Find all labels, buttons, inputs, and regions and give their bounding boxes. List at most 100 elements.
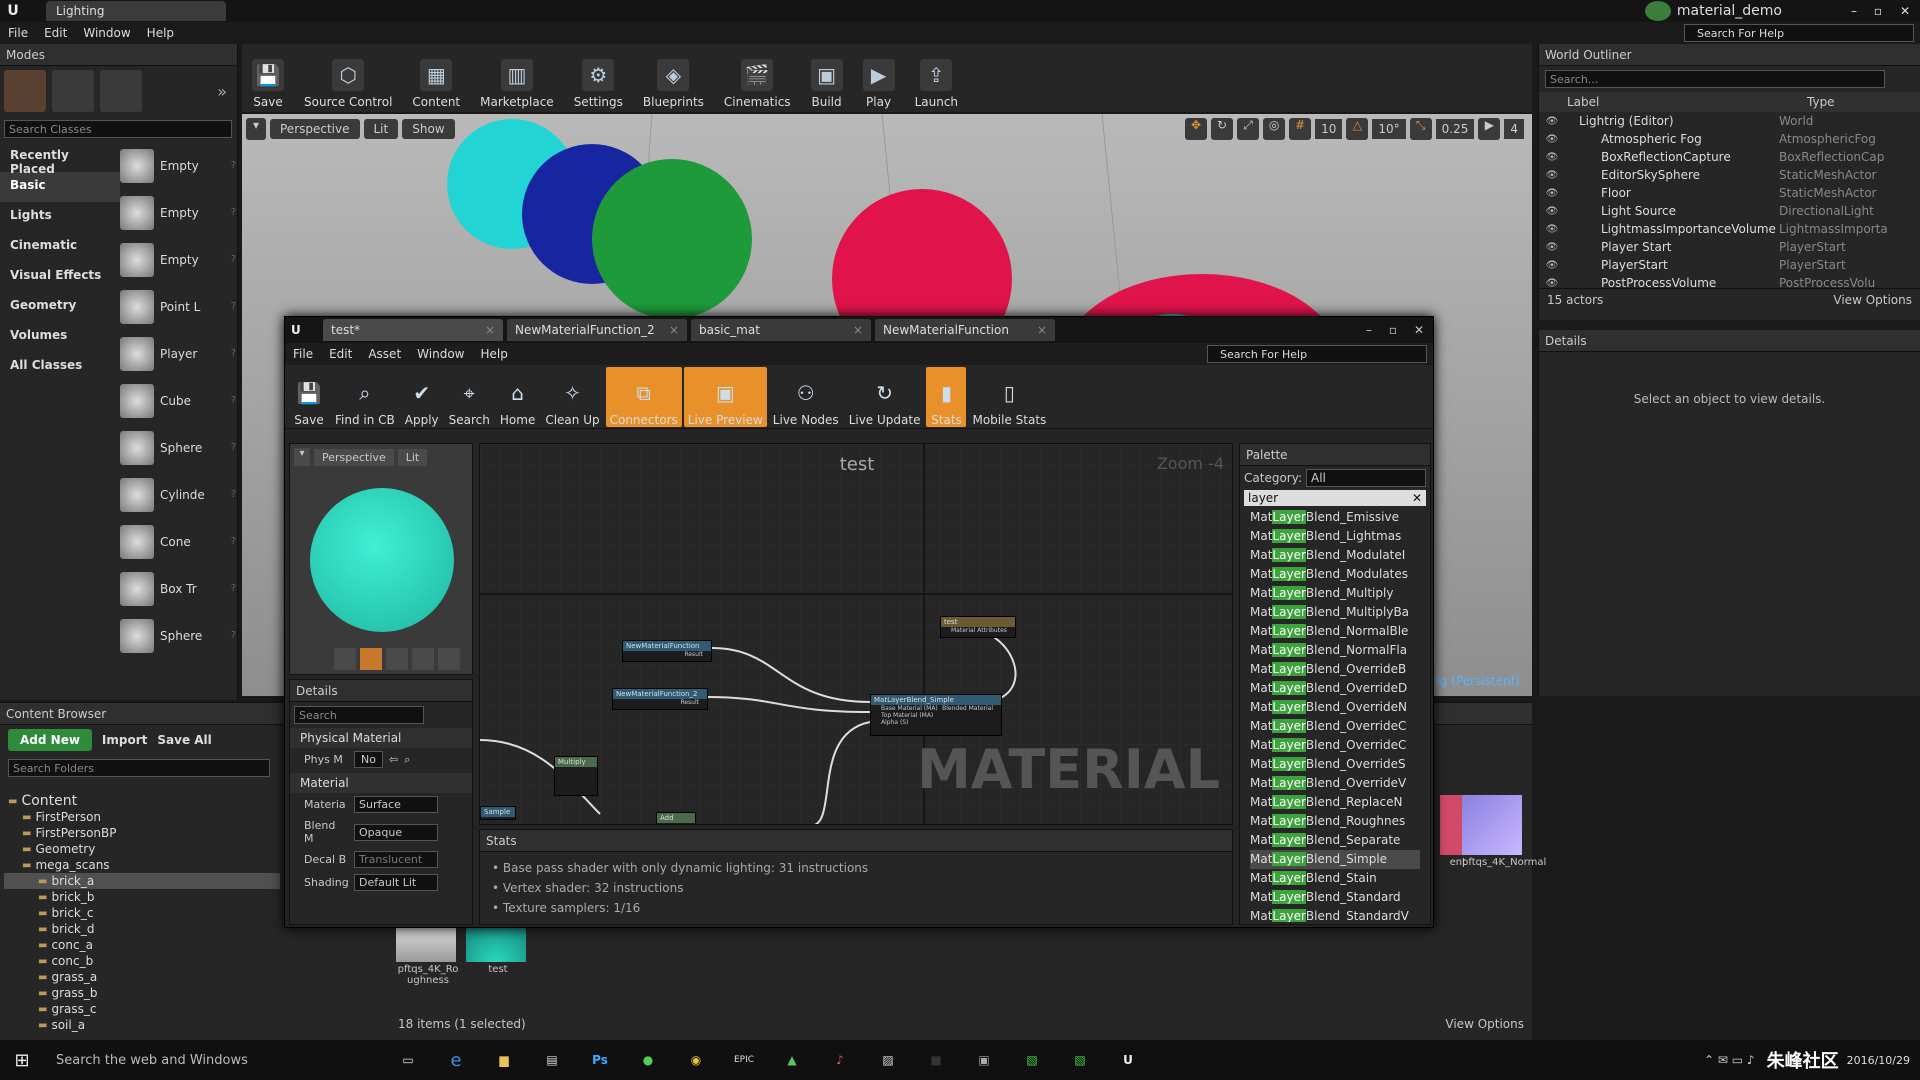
toolbar-content-button[interactable]: ▦ Content <box>406 47 466 109</box>
palette-item[interactable]: MatLayerBlend_NormalFla <box>1250 641 1420 660</box>
toolbar-source-control-button[interactable]: ⬡ Source Control <box>298 47 398 109</box>
palette-item[interactable]: MatLayerBlend_NormalBle <box>1250 622 1420 641</box>
category-all-classes[interactable]: All Classes <box>0 352 120 382</box>
store-icon[interactable]: ▤ <box>528 1053 576 1067</box>
photoshop-icon[interactable]: Ps <box>576 1053 624 1067</box>
landscape-mode-icon[interactable] <box>100 70 142 112</box>
palette-item[interactable]: MatLayerBlend_OverrideD <box>1250 679 1420 698</box>
visibility-eye-icon[interactable]: 👁 <box>1539 242 1565 253</box>
outliner-search-input[interactable]: Search... <box>1545 70 1885 88</box>
expand-icon[interactable]: » <box>217 82 233 101</box>
outliner-row[interactable]: 👁 Atmospheric Fog AtmosphericFog <box>1539 130 1920 148</box>
help-search-input[interactable]: Search For Help <box>1684 24 1914 42</box>
me-connectors-button[interactable]: ⧉ Connectors <box>605 366 682 427</box>
me-live-update-button[interactable]: ↻ Live Update <box>845 367 925 427</box>
detail-dropdown[interactable]: Surface <box>354 796 438 813</box>
outliner-row[interactable]: 👁 PostProcessVolume PostProcessVolu <box>1539 274 1920 288</box>
visibility-eye-icon[interactable]: 👁 <box>1539 152 1565 163</box>
category-geometry[interactable]: Geometry <box>0 292 120 322</box>
place-item[interactable]: Empty? <box>120 189 236 236</box>
me-menu-edit[interactable]: Edit <box>321 347 360 361</box>
palette-search-input[interactable]: layer <box>1244 490 1408 506</box>
minimize-icon[interactable]: – <box>1842 4 1866 18</box>
place-item[interactable]: Box Tr? <box>120 565 236 612</box>
me-tab[interactable]: NewMaterialFunction × <box>875 319 1055 341</box>
sphere-preview-icon[interactable] <box>360 648 382 670</box>
outliner-row[interactable]: 👁 EditorSkySphere StaticMeshActor <box>1539 166 1920 184</box>
outliner-row[interactable]: 👁 PlayerStart PlayerStart <box>1539 256 1920 274</box>
taskbar-search[interactable]: Search the web and Windows <box>44 1053 384 1068</box>
me-clean-up-button[interactable]: ✧ Clean Up <box>541 367 603 427</box>
menu-edit[interactable]: Edit <box>36 26 75 40</box>
visibility-eye-icon[interactable]: 👁 <box>1539 116 1565 127</box>
me-preview-perspective[interactable]: Perspective <box>314 448 394 466</box>
visibility-eye-icon[interactable]: 👁 <box>1539 188 1565 199</box>
toolbar-settings-button[interactable]: ⚙ Settings <box>568 47 629 109</box>
menu-help[interactable]: Help <box>139 26 182 40</box>
palette-item[interactable]: MatLayerBlend_MultiplyBa <box>1250 603 1420 622</box>
folder-item[interactable]: ▬ brick_b <box>4 889 280 905</box>
unreal-taskbar-icon[interactable]: U <box>1104 1053 1152 1067</box>
visibility-eye-icon[interactable]: 👁 <box>1539 170 1565 181</box>
perspective-button[interactable]: Perspective <box>270 119 360 139</box>
help-icon[interactable]: ? <box>231 207 236 218</box>
folder-item[interactable]: ▬ brick_d <box>4 921 280 937</box>
palette-item[interactable]: MatLayerBlend_Lightmas <box>1250 527 1420 546</box>
scale-value[interactable]: 0.25 <box>1435 119 1475 139</box>
place-item[interactable]: Sphere? <box>120 424 236 471</box>
palette-item[interactable]: MatLayerBlend_OverrideV <box>1250 774 1420 793</box>
place-item[interactable]: Point L? <box>120 283 236 330</box>
palette-item[interactable]: MatLayerBlend_Simple <box>1250 850 1420 869</box>
palette-item[interactable]: MatLayerBlend_ReplaceN <box>1250 793 1420 812</box>
help-icon[interactable]: ? <box>231 395 236 406</box>
node-test-output[interactable]: test Material Attributes <box>940 616 1016 638</box>
phys-mat-dropdown[interactable]: No <box>354 751 383 768</box>
app-icon[interactable]: ▲ <box>768 1053 816 1067</box>
outliner-row[interactable]: 👁 Lightrig (Editor) World <box>1539 112 1920 130</box>
detail-dropdown[interactable]: Translucent <box>354 851 438 868</box>
visibility-eye-icon[interactable]: 👁 <box>1539 134 1565 145</box>
me-menu-asset[interactable]: Asset <box>360 347 409 361</box>
me-tab[interactable]: test* × <box>323 319 503 341</box>
folder-item[interactable]: ▬ FirstPersonBP <box>4 825 280 841</box>
help-icon[interactable]: ? <box>231 348 236 359</box>
me-live-nodes-button[interactable]: ⚇ Live Nodes <box>769 367 843 427</box>
menu-window[interactable]: Window <box>75 26 138 40</box>
help-icon[interactable]: ? <box>231 301 236 312</box>
world-icon[interactable]: ◎ <box>1263 118 1286 140</box>
camera-speed-value[interactable]: 4 <box>1504 119 1524 139</box>
folder-item[interactable]: ▬ conc_a <box>4 937 280 953</box>
help-icon[interactable]: ? <box>231 583 236 594</box>
use-selected-icon[interactable]: ⇦ <box>389 753 398 766</box>
category-volumes[interactable]: Volumes <box>0 322 120 352</box>
toolbar-blueprints-button[interactable]: ◈ Blueprints <box>637 47 710 109</box>
lit-button[interactable]: Lit <box>363 119 399 139</box>
visibility-eye-icon[interactable]: 👁 <box>1539 260 1565 271</box>
type-column-header[interactable]: Type <box>1807 95 1835 109</box>
outliner-row[interactable]: 👁 LightmassImportanceVolume LightmassImpor… <box>1539 220 1920 238</box>
node-material-function[interactable]: NewMaterialFunction Result <box>622 640 712 662</box>
edge-icon[interactable]: e <box>432 1050 480 1071</box>
place-item[interactable]: Player? <box>120 330 236 377</box>
node-material-function-2[interactable]: NewMaterialFunction_2 Result <box>612 688 708 710</box>
palette-item[interactable]: MatLayerBlend_StandardV <box>1250 907 1420 922</box>
scale-icon[interactable]: ⤢ <box>1237 118 1260 140</box>
plane-preview-icon[interactable] <box>386 648 408 670</box>
detail-dropdown[interactable]: Default Lit <box>354 874 438 891</box>
show-button[interactable]: Show <box>402 119 455 139</box>
toolbar-cinematics-button[interactable]: 🎬 Cinematics <box>718 47 797 109</box>
node-sample[interactable]: Sample <box>480 806 516 820</box>
palette-item[interactable]: MatLayerBlend_Multiply <box>1250 584 1420 603</box>
me-find-in-cb-button[interactable]: ⌕ Find in CB <box>331 367 399 427</box>
folder-item[interactable]: ▬ grass_b <box>4 985 280 1001</box>
folder-item[interactable]: ▬ mega_scans <box>4 857 280 873</box>
close-icon[interactable]: ✕ <box>1890 4 1920 18</box>
search-folders-input[interactable]: Search Folders <box>8 759 270 777</box>
visibility-eye-icon[interactable]: 👁 <box>1539 278 1565 289</box>
palette-item[interactable]: MatLayerBlend_Modulates <box>1250 565 1420 584</box>
palette-item[interactable]: MatLayerBlend_Emissive <box>1250 508 1420 527</box>
me-home-button[interactable]: ⌂ Home <box>496 367 539 427</box>
tray-icons[interactable]: ⌃ ✉ ▭ ♪ <box>1704 1053 1755 1067</box>
me-stats-button[interactable]: ▮ Stats <box>926 366 967 427</box>
category-recently-placed[interactable]: Recently Placed <box>0 142 120 176</box>
